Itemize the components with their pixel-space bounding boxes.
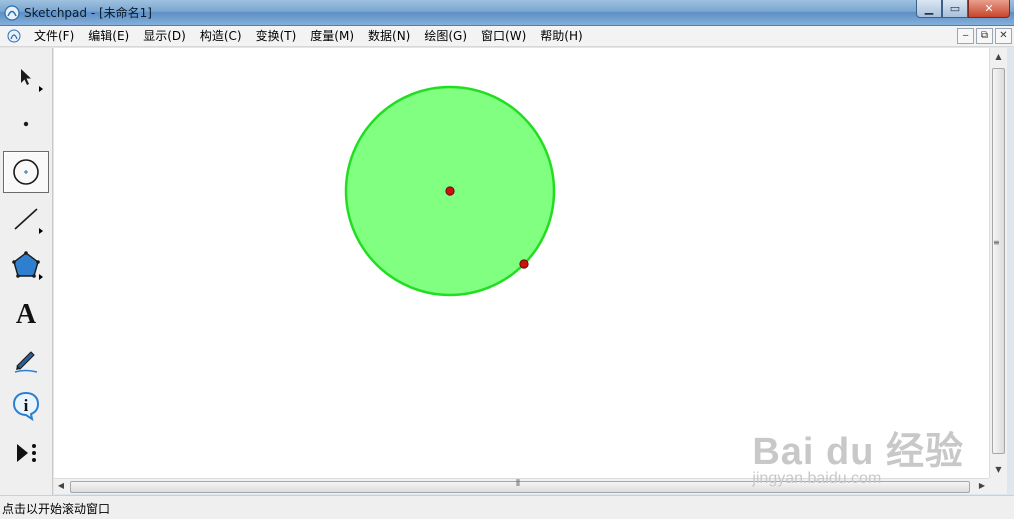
marker-tool[interactable] xyxy=(3,338,49,380)
watermark: Bai du 经验 jingyan.baidu.com xyxy=(752,420,964,487)
svg-text:A: A xyxy=(16,299,37,328)
scroll-up-arrow-icon[interactable]: ▲ xyxy=(990,52,1007,61)
menu-bar: 文件(F) 编辑(E) 显示(D) 构造(C) 变换(T) 度量(M) 数据(N… xyxy=(0,26,1014,47)
menu-help[interactable]: 帮助(H) xyxy=(533,26,589,47)
horizontal-grip-icon: ⦀ xyxy=(516,479,520,489)
information-tool[interactable]: i xyxy=(3,385,49,427)
point-icon xyxy=(23,121,29,127)
watermark-site: jingyan.baidu.com xyxy=(752,470,882,487)
doc-restore-button[interactable]: ⧉ xyxy=(976,28,993,44)
text-a-icon: A xyxy=(16,299,37,328)
radius-point[interactable] xyxy=(519,259,529,269)
maximize-button[interactable]: ▭ xyxy=(942,0,968,18)
custom-tool[interactable] xyxy=(3,432,49,474)
window-frame-edge xyxy=(1007,48,1014,495)
text-tool[interactable]: A xyxy=(3,292,49,334)
menu-edit[interactable]: 编辑(E) xyxy=(81,26,136,47)
menu-data[interactable]: 数据(N) xyxy=(361,26,417,47)
sketchpad-app-icon[interactable] xyxy=(4,5,20,21)
close-button[interactable]: ✕ xyxy=(968,0,1010,18)
polygon-icon xyxy=(12,251,40,278)
doc-close-button[interactable]: ✕ xyxy=(995,28,1012,44)
arrow-cursor-icon xyxy=(21,69,31,85)
status-bar: 点击以开始滚动窗口 xyxy=(0,495,1014,519)
vertical-scroll-thumb[interactable] xyxy=(992,68,1005,454)
custom-tool-icon xyxy=(17,444,36,462)
menu-measure[interactable]: 度量(M) xyxy=(303,26,361,47)
compass-tool[interactable] xyxy=(3,151,49,193)
vertical-scrollbar[interactable]: ▲ ≡ ▼ xyxy=(989,48,1007,478)
submenu-indicator xyxy=(39,274,43,280)
polygon-tool[interactable] xyxy=(3,244,49,286)
doc-minimize-button[interactable]: ‒ xyxy=(957,28,974,44)
submenu-indicator xyxy=(39,86,43,92)
svg-text:i: i xyxy=(24,396,29,415)
circle-icon xyxy=(13,159,39,185)
pen-icon xyxy=(14,351,38,373)
status-text: 点击以开始滚动窗口 xyxy=(2,502,111,516)
info-icon: i xyxy=(12,391,40,422)
window-title: Sketchpad - [未命名1] xyxy=(24,6,152,20)
minimize-button[interactable]: ▁ xyxy=(916,0,942,18)
menu-window[interactable]: 窗口(W) xyxy=(474,26,533,47)
document-icon[interactable] xyxy=(7,29,21,43)
point-tool[interactable] xyxy=(3,103,49,145)
watermark-brand: Bai du 经验 xyxy=(752,431,964,473)
submenu-indicator xyxy=(39,228,43,234)
toolbox: A i xyxy=(0,48,53,495)
scroll-down-arrow-icon[interactable]: ▼ xyxy=(990,465,1007,474)
menu-graph[interactable]: 绘图(G) xyxy=(417,26,474,47)
line-segment-icon xyxy=(14,208,38,230)
vertical-grip-icon: ≡ xyxy=(993,238,1000,247)
arrow-tool[interactable] xyxy=(3,56,49,98)
center-point[interactable] xyxy=(445,186,455,196)
sketch-canvas[interactable] xyxy=(54,48,989,478)
menu-construct[interactable]: 构造(C) xyxy=(193,26,249,47)
scroll-right-arrow-icon[interactable]: ▶ xyxy=(975,481,989,490)
scroll-left-arrow-icon[interactable]: ◀ xyxy=(54,481,68,490)
menu-display[interactable]: 显示(D) xyxy=(136,26,193,47)
menu-transform[interactable]: 变换(T) xyxy=(249,26,304,47)
title-bar: Sketchpad - [未命名1] ▁ ▭ ✕ xyxy=(0,0,1014,26)
straightedge-tool[interactable] xyxy=(3,198,49,240)
menu-file[interactable]: 文件(F) xyxy=(27,26,81,47)
